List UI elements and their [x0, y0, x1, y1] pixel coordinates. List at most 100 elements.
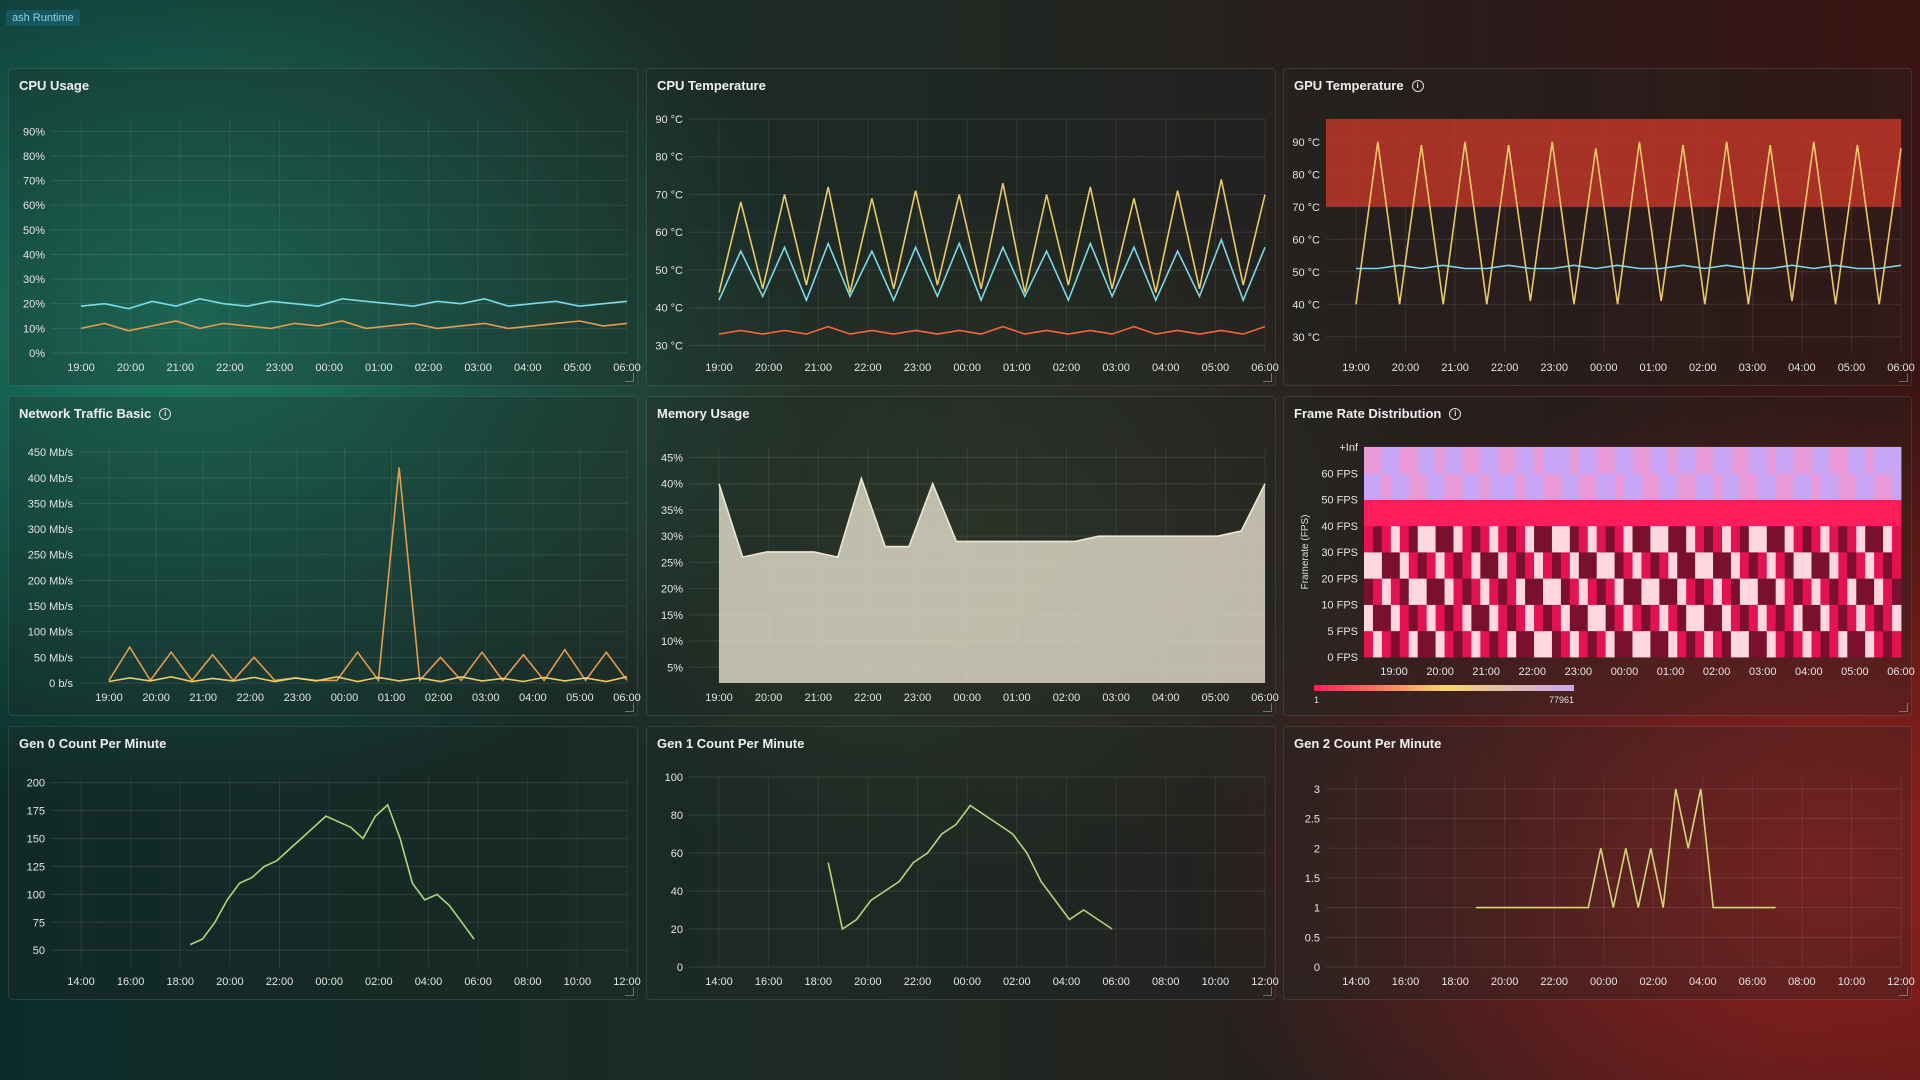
heatmap-cell: [1498, 499, 1508, 527]
x-tick-label: 19:00: [705, 692, 733, 704]
heatmap-cell: [1587, 447, 1598, 474]
x-tick-label: 21:00: [805, 692, 833, 704]
heatmap-cell: [1551, 578, 1562, 605]
heatmap-cell: [1489, 447, 1499, 474]
breadcrumb[interactable]: ash Runtime: [6, 10, 80, 26]
heatmap-cell: [1847, 525, 1857, 553]
heatmap-cell: [1775, 630, 1786, 658]
heatmap-cell: [1364, 525, 1374, 553]
x-tick-label: 22:00: [1519, 666, 1547, 678]
heatmap-cell: [1471, 578, 1481, 605]
x-tick-label: 20:00: [755, 362, 783, 374]
y-tick-label: 20: [671, 924, 683, 936]
x-tick-label: 23:00: [1540, 362, 1568, 374]
heatmap-cell: [1883, 552, 1893, 579]
cpu-usage-panel[interactable]: CPU Usage 0% 10% 20% 30% 40% 50% 60% 70% 80% 90% 19…: [8, 68, 641, 386]
gen0-count-panel[interactable]: Gen 0 Count Per Minute 50 75 100 125 150 175 20…: [8, 726, 641, 1000]
heatmap-cell: [1569, 552, 1580, 579]
gen2-count-panel[interactable]: Gen 2 Count Per Minute 0 0.5 1 1.5 2 2.5 3 14:00…: [1283, 726, 1915, 1000]
heatmap-cell: [1551, 630, 1562, 658]
y-tick-label: 30 FPS: [1321, 547, 1358, 559]
heatmap-cell: [1399, 552, 1410, 579]
heatmap-cell: [1820, 499, 1830, 527]
heatmap-cell: [1435, 630, 1445, 658]
heatmap-cell: [1560, 525, 1571, 553]
heatmap-cell: [1739, 473, 1750, 500]
heatmap-cell: [1381, 552, 1392, 579]
heatmap-cell: [1856, 473, 1866, 500]
heatmap-cell: [1480, 473, 1490, 500]
heatmap-cell: [1560, 499, 1571, 527]
heatmap-cell: [1623, 630, 1633, 658]
series-line: [80, 320, 628, 332]
heatmap-cell: [1578, 525, 1589, 553]
heatmap-cell: [1748, 630, 1759, 658]
heatmap-cell: [1462, 447, 1472, 474]
frame-rate-distribution-chart: 0 FPS 5 FPS 10 FPS 20 FPS 30 FPS 40 FPS 50 FPS…: [1300, 442, 1915, 705]
heatmap-cell: [1704, 499, 1714, 527]
heatmap-cell: [1453, 499, 1463, 527]
gen1-count-panel[interactable]: Gen 1 Count Per Minute 0 20 40 60 80 100 14:00 1…: [646, 726, 1279, 1000]
heatmap-cell: [1534, 552, 1544, 579]
y-tick-label: 50: [33, 945, 45, 957]
heatmap-cell: [1453, 552, 1463, 579]
heatmap-cell: [1793, 525, 1803, 553]
y-tick-label: 30%: [23, 274, 45, 286]
heatmap-cell: [1453, 578, 1463, 605]
y-tick-label: 10%: [661, 636, 683, 648]
heatmap-cell: [1426, 578, 1436, 605]
heatmap-cell: [1730, 578, 1741, 605]
heatmap-cell: [1578, 499, 1589, 527]
x-tick-label: 00:00: [315, 362, 343, 374]
heatmap-cell: [1695, 630, 1705, 658]
network-traffic-panel[interactable]: Network Traffic Basic i 0 b/s 50 Mb/s 100 Mb…: [8, 396, 641, 716]
heatmap-cell: [1489, 604, 1499, 632]
heatmap-cell: [1444, 473, 1454, 500]
heatmap-cell: [1730, 473, 1741, 500]
heatmap-cell: [1739, 604, 1750, 632]
heatmap-cell: [1426, 447, 1436, 474]
heatmap-cell: [1372, 604, 1383, 632]
heatmap-cell: [1471, 630, 1481, 658]
memory-usage-panel[interactable]: Memory Usage 5% 10% 15% 20% 25% 30% 35% 40% 45% 19…: [646, 396, 1279, 716]
heatmap-cell: [1632, 552, 1642, 579]
heatmap-cell: [1426, 552, 1436, 579]
y-tick-label: 50 Mb/s: [34, 652, 74, 664]
heatmap-cell: [1829, 552, 1839, 579]
x-tick-label: 05:00: [1841, 666, 1869, 678]
y-tick-label: 3: [1314, 784, 1320, 796]
series-line: [108, 675, 628, 683]
heatmap-cell: [1596, 578, 1607, 605]
heatmap-cell: [1686, 578, 1696, 605]
heatmap-cell: [1605, 473, 1615, 500]
x-tick-label: 02:00: [1003, 976, 1031, 988]
heatmap-cell: [1480, 552, 1490, 579]
gpu-temperature-panel[interactable]: GPU Temperature i 30 °C 40 °C 50 °C 60 °C 70 °…: [1283, 68, 1915, 386]
x-tick-label: 04:00: [1788, 362, 1816, 374]
cpu-temperature-panel[interactable]: CPU Temperature 30 °C 40 °C 50 °C 60 °C 70 °C…: [646, 68, 1279, 386]
frame-rate-distribution-panel[interactable]: Frame Rate Distribution i 0 FPS 5 FPS 10 FPS…: [1283, 396, 1915, 716]
heatmap-cell: [1614, 604, 1624, 632]
heatmap-cell: [1784, 630, 1794, 658]
heatmap-cell: [1507, 552, 1517, 579]
x-tick-label: 00:00: [331, 692, 359, 704]
heatmap-cell: [1569, 447, 1580, 474]
heatmap-cell: [1838, 499, 1848, 527]
heatmap-cell: [1748, 447, 1759, 474]
heatmap-cell: [1605, 552, 1615, 579]
heatmap-cell: [1695, 473, 1705, 500]
heatmap-cell: [1408, 630, 1419, 658]
heatmap-cell: [1775, 604, 1786, 632]
x-tick-label: 03:00: [1102, 692, 1130, 704]
x-tick-label: 21:00: [189, 692, 217, 704]
heatmap-cell: [1560, 578, 1571, 605]
x-tick-label: 01:00: [378, 692, 406, 704]
heatmap-cell: [1883, 578, 1893, 605]
x-tick-label: 14:00: [1342, 976, 1370, 988]
heatmap-cell: [1793, 578, 1803, 605]
heatmap-cell: [1614, 630, 1624, 658]
heatmap-cell: [1838, 578, 1848, 605]
heatmap-cell: [1668, 578, 1678, 605]
heatmap-cell: [1605, 578, 1615, 605]
x-tick-label: 10:00: [1838, 976, 1866, 988]
